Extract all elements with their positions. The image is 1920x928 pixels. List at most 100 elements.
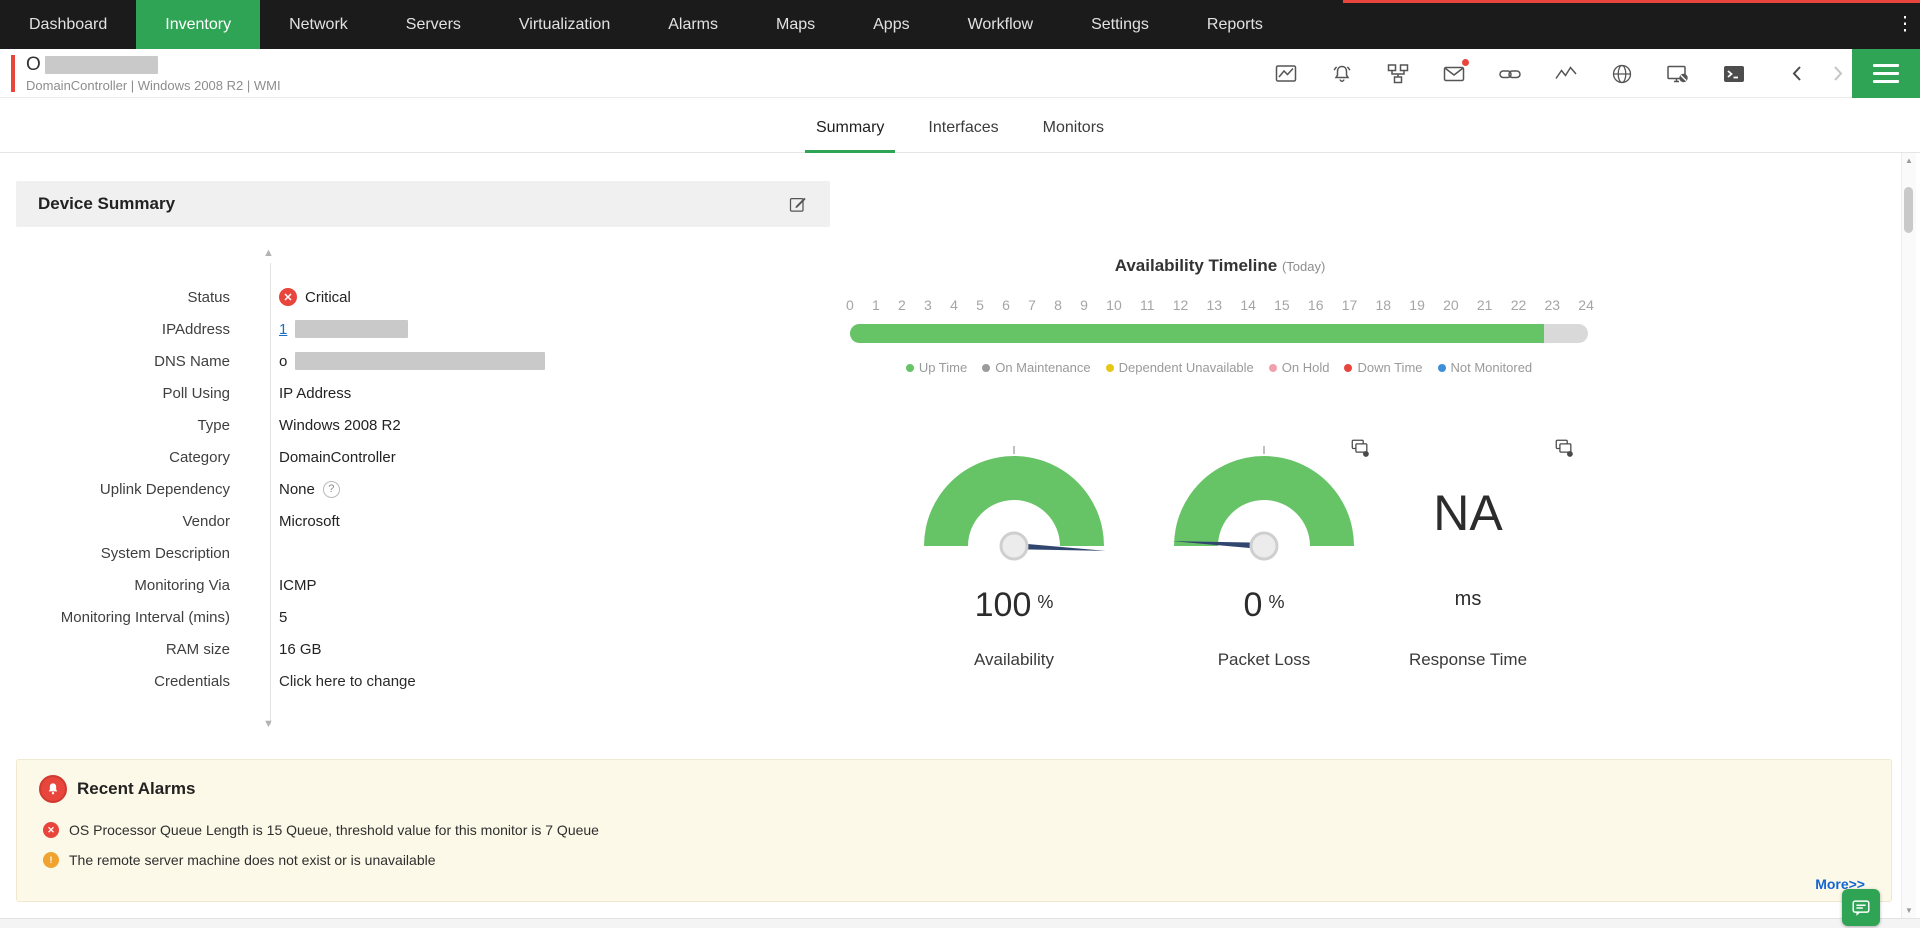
legend-dot [906, 364, 914, 372]
hour-label: 18 [1376, 297, 1392, 313]
hour-label: 16 [1308, 297, 1324, 313]
field-value-cell: 5 [279, 609, 287, 626]
availability-title: Availability Timeline (Today) [850, 256, 1590, 276]
field-label: Credentials [16, 673, 230, 690]
hour-label: 3 [924, 297, 932, 313]
gauge-value: NA [1358, 484, 1578, 542]
nav-item[interactable]: Alarms [639, 0, 747, 49]
performance-view-icon[interactable] [1273, 61, 1299, 87]
field-row: Category DomainController [16, 441, 830, 473]
field-value: 16 GB [279, 641, 322, 658]
device-name: O [26, 54, 41, 76]
field-value-cell: Critical [279, 288, 351, 306]
field-value: DomainController [279, 449, 396, 466]
scrollbar-down-icon[interactable]: ▼ [1902, 906, 1916, 915]
alarm-bell-icon[interactable] [1329, 61, 1355, 87]
nav-item[interactable]: Maps [747, 0, 844, 49]
hour-label: 0 [846, 297, 854, 313]
nav-item[interactable]: Apps [844, 0, 938, 49]
timeline-legend: Up Time On Maintenance Dependent Unavail… [850, 360, 1588, 375]
globe-icon[interactable] [1609, 61, 1635, 87]
legend-dot [982, 364, 990, 372]
hour-label: 9 [1080, 297, 1088, 313]
nav-item[interactable]: Reports [1178, 0, 1292, 49]
scrollbar-thumb[interactable] [1904, 187, 1913, 233]
topology-icon[interactable] [1385, 61, 1411, 87]
gauge-unit: ms [1358, 588, 1578, 611]
hour-label: 20 [1443, 297, 1459, 313]
field-value: Microsoft [279, 513, 340, 530]
top-nav: Dashboard Inventory Network Servers Virt… [0, 0, 1920, 49]
nav-item[interactable]: Servers [377, 0, 490, 49]
mail-icon[interactable] [1441, 61, 1467, 87]
field-label: Status [16, 289, 230, 306]
tab-label: Monitors [1043, 119, 1104, 136]
terminal-icon[interactable] [1721, 61, 1747, 87]
field-value: None [279, 481, 315, 498]
legend-label: Down Time [1357, 360, 1422, 375]
legend-item: Down Time [1344, 360, 1422, 375]
hour-label: 23 [1544, 297, 1560, 313]
hour-label: 21 [1477, 297, 1493, 313]
field-value-cell: None [279, 481, 340, 498]
redacted-value [295, 352, 545, 370]
chat-widget-button[interactable] [1842, 889, 1880, 926]
alarm-message: The remote server machine does not exist… [69, 852, 436, 868]
redacted-device-name [45, 56, 158, 74]
field-value-link[interactable]: 1 [279, 321, 287, 338]
nav-item[interactable]: Dashboard [0, 0, 136, 49]
device-status-icon[interactable] [1665, 61, 1691, 87]
tab[interactable]: Monitors [1040, 119, 1107, 152]
scroll-up-arrow[interactable]: ▲ [263, 247, 274, 259]
recent-alarms-title: Recent Alarms [77, 779, 195, 799]
field-row: RAM size 16 GB [16, 633, 830, 665]
scrollbar-up-icon[interactable]: ▲ [1902, 156, 1916, 165]
nav-item[interactable]: Network [260, 0, 377, 49]
device-breadcrumb: DomainController | Windows 2008 R2 | WMI [26, 78, 281, 93]
previous-device-icon[interactable] [1786, 49, 1808, 98]
legend-label: On Maintenance [995, 360, 1090, 375]
critical-icon [43, 822, 59, 838]
gauge-settings-icon[interactable] [1554, 438, 1574, 463]
field-label: Vendor [16, 513, 230, 530]
horizontal-scrollbar[interactable] [0, 918, 1920, 928]
nav-item-label: Reports [1207, 16, 1263, 34]
nav-item[interactable]: Workflow [939, 0, 1063, 49]
field-row: Status Critical [16, 281, 830, 313]
overflow-menu-icon[interactable]: ⋮ [1892, 0, 1918, 49]
scroll-down-arrow[interactable]: ▼ [263, 718, 274, 730]
field-label: Monitoring Via [16, 577, 230, 594]
hamburger-menu-icon[interactable] [1852, 49, 1920, 98]
gauges-row: 100% Availability [850, 440, 1590, 685]
sparkline-icon[interactable] [1553, 61, 1579, 87]
hour-label: 15 [1274, 297, 1290, 313]
edit-icon[interactable] [788, 194, 808, 214]
field-value-cell: Windows 2008 R2 [279, 417, 401, 434]
link-icon[interactable] [1497, 61, 1523, 87]
field-row: Poll Using IP Address [16, 377, 830, 409]
legend-dot [1269, 364, 1277, 372]
tab[interactable]: Interfaces [925, 119, 1001, 152]
hour-label: 13 [1207, 297, 1223, 313]
vertical-scrollbar[interactable]: ▲ ▼ [1901, 153, 1916, 918]
tab[interactable]: Summary [813, 119, 887, 152]
field-label: Category [16, 449, 230, 466]
field-value-action[interactable]: Click here to change [279, 673, 416, 690]
redacted-value [295, 320, 408, 338]
nav-item[interactable]: Virtualization [490, 0, 639, 49]
field-row: Monitoring Interval (mins) 5 [16, 601, 830, 633]
availability-subtitle: (Today) [1282, 259, 1325, 274]
field-value-cell: IP Address [279, 385, 351, 402]
tab-label: Summary [816, 119, 884, 136]
next-device-icon[interactable] [1826, 49, 1848, 98]
help-icon[interactable] [323, 481, 340, 498]
device-summary-title: Device Summary [38, 194, 175, 214]
alarm-message: OS Processor Queue Length is 15 Queue, t… [69, 822, 599, 838]
legend-dot [1438, 364, 1446, 372]
status-accent-bar [11, 55, 15, 92]
field-value: o [279, 353, 287, 370]
timeline-hour-labels: 0123456789101112131415161718192021222324 [846, 297, 1594, 313]
nav-item[interactable]: Inventory [136, 0, 260, 49]
field-label: Uplink Dependency [16, 481, 230, 498]
nav-item[interactable]: Settings [1062, 0, 1178, 49]
